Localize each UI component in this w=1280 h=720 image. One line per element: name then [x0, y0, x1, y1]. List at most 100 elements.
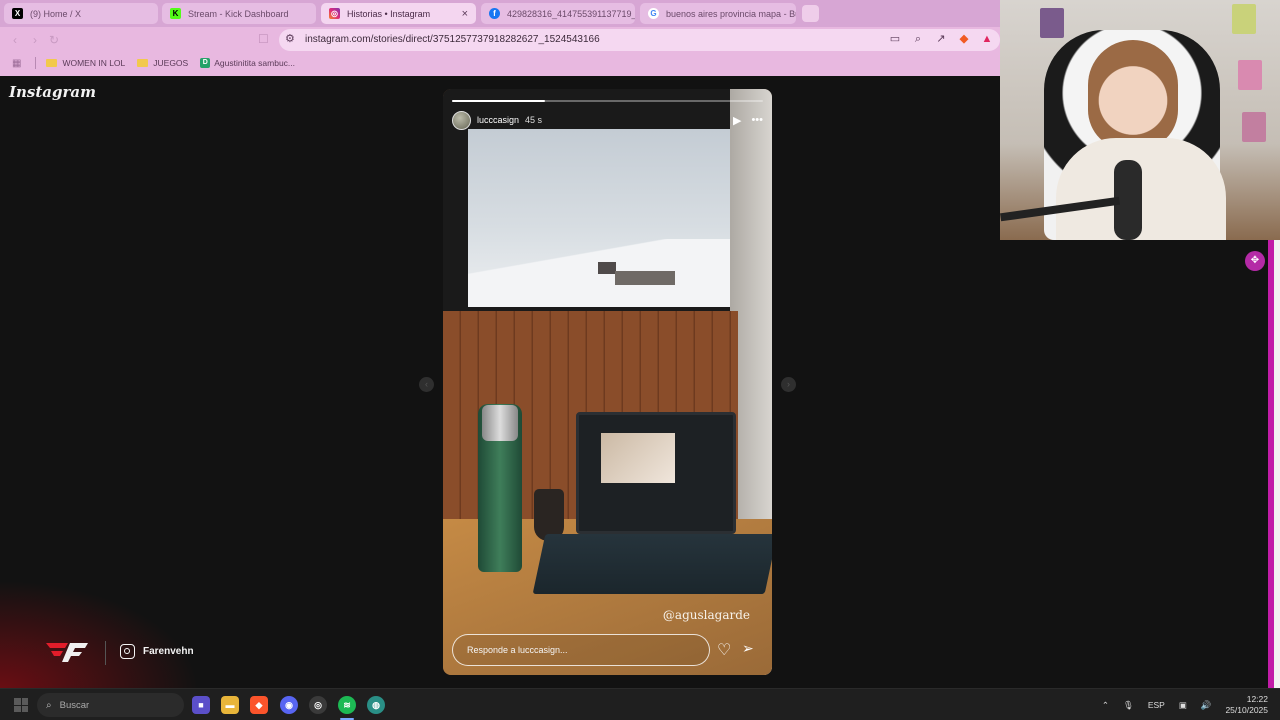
screen: X (9) Home / X K Stream - Kick Dashboard…	[0, 0, 1280, 720]
globe-app-icon[interactable]: ◍	[367, 696, 385, 714]
bookmark-label: WOMEN IN LOL	[62, 58, 126, 68]
overlay-handle-text: Farenvehn	[143, 646, 194, 657]
bookmarks-bar: ▦ WOMEN IN LOL JUEGOS D Agustinitita sam…	[0, 53, 1000, 73]
brave-rewards-icon[interactable]: ▲	[980, 32, 994, 46]
wall-poster	[1232, 4, 1256, 34]
divider	[105, 641, 106, 665]
divider	[35, 57, 37, 69]
clock-date: 25/10/2025	[1225, 705, 1268, 715]
bookmark-label: JUEGOS	[153, 58, 189, 68]
obs-icon[interactable]: ◎	[309, 696, 327, 714]
forward-arrow-icon[interactable]: ›	[27, 32, 43, 48]
extension-diamond-icon[interactable]: ✥	[1245, 251, 1265, 271]
tab-bar: X (9) Home / X K Stream - Kick Dashboard…	[0, 0, 1000, 27]
wall-poster	[1242, 112, 1266, 142]
reply-field[interactable]	[452, 634, 710, 666]
volume-icon[interactable]: 🔊	[1201, 700, 1212, 711]
apps-grid-icon[interactable]: ▦	[12, 58, 21, 69]
tab-google[interactable]: G buenos aires provincia mapa - Bu...	[640, 3, 796, 24]
microphone-icon[interactable]: 🎙	[1123, 700, 1134, 711]
language-indicator[interactable]: ESP	[1148, 700, 1165, 710]
story-timestamp: 45 s	[525, 115, 543, 125]
tab-label: (9) Home / X	[30, 8, 82, 19]
previous-story-icon[interactable]: ‹	[419, 377, 434, 392]
bookmark-icon[interactable]: ☐	[258, 32, 269, 46]
meet-app-icon[interactable]: ■	[192, 696, 210, 714]
avatar[interactable]	[452, 110, 471, 130]
new-tab-button[interactable]	[802, 5, 819, 22]
story-photo-laptop-keyboard	[532, 534, 772, 594]
story-mention-tag[interactable]: @aguslagarde	[663, 608, 750, 622]
clock[interactable]: 12:22 25/10/2025	[1225, 694, 1268, 716]
like-heart-icon[interactable]: ♡	[717, 640, 731, 660]
brave-shields-icon[interactable]: ◆	[957, 32, 971, 46]
brave-browser-icon[interactable]: ◆	[250, 696, 268, 714]
instagram-logo[interactable]: Instagram	[9, 83, 96, 101]
overlay-red-glow	[0, 580, 200, 690]
cast-icon[interactable]: ▭	[888, 32, 902, 46]
taskbar-search[interactable]: ⌕ Buscar	[37, 693, 184, 717]
chevron-up-icon[interactable]: ⌃	[1102, 700, 1109, 711]
story-photo-laptop-screen	[576, 412, 736, 534]
tab-label: Stream - Kick Dashboard	[188, 8, 289, 19]
tab-kick[interactable]: K Stream - Kick Dashboard	[162, 3, 316, 24]
clock-time: 12:22	[1246, 694, 1268, 704]
bookmark-folder-women-in-lol[interactable]: WOMEN IN LOL	[46, 58, 125, 68]
tab-label: Historias • Instagram	[347, 8, 431, 19]
search-placeholder: Buscar	[59, 699, 90, 711]
tab-label: 429828316_414755391137719_12...	[507, 8, 635, 19]
file-explorer-icon[interactable]: ▬	[221, 696, 239, 714]
story-photo-building	[615, 271, 675, 285]
browser-chrome: X (9) Home / X K Stream - Kick Dashboard…	[0, 0, 1000, 76]
next-story-icon[interactable]: ›	[781, 377, 796, 392]
x-logo-icon: X	[12, 8, 23, 19]
kick-logo-icon: K	[170, 8, 181, 19]
scrollbar[interactable]	[1274, 240, 1280, 688]
url-text: instagram.com/stories/direct/37512577379…	[305, 34, 600, 45]
folder-icon	[137, 59, 149, 67]
bookmark-folder-juegos[interactable]: JUEGOS	[137, 58, 188, 68]
address-bar[interactable]: ⚙ instagram.com/stories/direct/375125773…	[279, 29, 1000, 51]
story-photo-laptop-video	[601, 433, 675, 483]
site-settings-icon[interactable]: ⚙	[285, 32, 295, 45]
wall-poster	[1040, 8, 1064, 38]
streamer	[1088, 40, 1178, 150]
instagram-icon	[120, 644, 135, 659]
wall-poster	[1238, 60, 1262, 90]
reload-icon[interactable]: ↻	[46, 32, 62, 48]
story-progress-bar	[452, 100, 763, 102]
google-logo-icon: G	[648, 8, 659, 19]
windows-start-icon[interactable]	[14, 698, 28, 712]
share-icon[interactable]: ↗	[934, 32, 948, 46]
farenvehn-logo-icon	[46, 643, 88, 662]
tab-x[interactable]: X (9) Home / X	[4, 3, 158, 24]
story-viewer[interactable]: lucccasign 45 s ▶ ••• @aguslagarde ♡ ➢	[443, 89, 772, 675]
story-username[interactable]: lucccasign	[477, 115, 519, 125]
facebook-logo-icon: f	[489, 8, 500, 19]
spotify-icon[interactable]: ≋	[338, 696, 356, 714]
more-options-icon[interactable]: •••	[751, 114, 763, 127]
story-photo-thermos-cap	[482, 405, 518, 441]
play-icon[interactable]: ▶	[733, 114, 741, 127]
story-photo-building	[598, 262, 616, 274]
tab-instagram[interactable]: ◎ Historias • Instagram ×	[321, 3, 476, 24]
webcam-feed	[1000, 0, 1280, 240]
site-favicon-icon: D	[200, 58, 211, 68]
story-header: lucccasign 45 s ▶ •••	[452, 110, 763, 130]
back-arrow-icon[interactable]: ‹	[7, 32, 23, 48]
story-progress-fill	[452, 100, 546, 102]
system-tray: ⌃ 🎙 ESP ▣ 🔊 12:22 25/10/2025	[1095, 689, 1280, 720]
bookmark-agustinitita[interactable]: D Agustinitita sambuc...	[200, 58, 295, 68]
tab-facebook[interactable]: f 429828316_414755391137719_12...	[481, 3, 635, 24]
discord-icon[interactable]: ◉	[280, 696, 298, 714]
bookmark-label: Agustinitita sambuc...	[214, 58, 296, 68]
search-icon: ⌕	[46, 699, 52, 711]
network-icon[interactable]: ▣	[1179, 700, 1187, 711]
close-tab-icon[interactable]: ×	[462, 8, 468, 20]
taskbar: ⌕ Buscar ■ ▬ ◆ ◉ ◎ ≋ ◍ ⌃ 🎙 ESP ▣ 🔊 12:22…	[0, 688, 1280, 720]
send-icon[interactable]: ➢	[742, 640, 754, 657]
zoom-icon[interactable]: ⌕	[911, 32, 925, 46]
address-row: ‹ › ↻ ☐ ⚙ instagram.com/stories/direct/3…	[0, 28, 1000, 52]
reply-input[interactable]	[453, 635, 709, 665]
instagram-logo-icon: ◎	[329, 8, 340, 19]
